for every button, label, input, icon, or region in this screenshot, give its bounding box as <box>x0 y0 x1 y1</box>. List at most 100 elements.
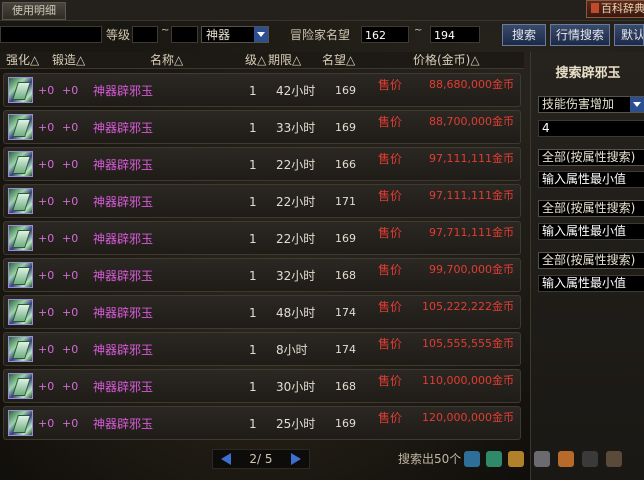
level-separator: ~ <box>161 25 170 36</box>
attribute-select-1-value: 全部(按属性搜索) <box>542 150 636 164</box>
quick-slot-icon[interactable] <box>606 451 622 467</box>
fame-max-input[interactable]: 194 <box>430 26 480 43</box>
item-name: 神器辟邪玉 <box>93 84 154 98</box>
level-value: 1 <box>249 84 257 98</box>
encyclopedia-button[interactable]: 百科辞典 <box>586 0 644 18</box>
jade-talisman-icon[interactable] <box>8 299 33 325</box>
header-level[interactable]: 级△ <box>245 52 266 68</box>
gem-shape <box>12 378 31 396</box>
skill-attribute-select[interactable]: 技能伤害增加 <box>538 96 644 113</box>
level-from-input[interactable] <box>132 26 158 43</box>
header-period[interactable]: 期限△ <box>268 52 301 68</box>
table-row[interactable]: +0 +0 神器辟邪玉 1 8小时 174 售价 105,555,555金币 <box>3 332 521 366</box>
pagination: 2/ 5 <box>212 449 310 469</box>
gem-shape <box>12 82 31 100</box>
default-button[interactable]: 默认 <box>614 24 644 46</box>
rarity-select[interactable]: 神器 <box>201 26 269 43</box>
sell-label: 售价 <box>378 152 403 166</box>
attribute-select-2[interactable]: 全部(按属性搜索) <box>538 200 644 217</box>
attribute-select-2-value: 全部(按属性搜索) <box>542 201 636 215</box>
item-name: 神器辟邪玉 <box>93 121 154 135</box>
fame-value: 174 <box>335 343 356 356</box>
enhance-value: +0 <box>38 269 55 282</box>
quick-slot-icon[interactable] <box>582 451 598 467</box>
attribute-select-1[interactable]: 全部(按属性搜索) <box>538 149 644 166</box>
item-name: 神器辟邪玉 <box>93 306 154 320</box>
level-value: 1 <box>249 380 257 394</box>
sell-label: 售价 <box>378 300 403 314</box>
market-search-button[interactable]: 行情搜索 <box>550 24 610 46</box>
quick-slot-icon[interactable] <box>486 451 502 467</box>
header-forge[interactable]: 锻造△ <box>52 52 85 68</box>
gem-shape <box>12 267 31 285</box>
sell-label: 售价 <box>378 337 403 351</box>
jade-talisman-icon[interactable] <box>8 410 33 436</box>
search-filter-panel: 搜索辟邪玉 技能伤害增加 4 全部(按属性搜索) 输入属性最小值 全部(按属性搜… <box>530 52 644 480</box>
gem-shape <box>12 156 31 174</box>
quick-slot-icon[interactable] <box>464 451 480 467</box>
table-row[interactable]: +0 +0 神器辟邪玉 1 30小时 168 售价 110,000,000金币 <box>3 369 521 403</box>
quick-slot-icon[interactable] <box>508 451 524 467</box>
jade-talisman-icon[interactable] <box>8 225 33 251</box>
jade-talisman-icon[interactable] <box>8 77 33 103</box>
next-page-icon[interactable] <box>291 453 301 465</box>
quick-slot-icon[interactable] <box>534 451 550 467</box>
item-name: 神器辟邪玉 <box>93 343 154 357</box>
enhance-value: +0 <box>38 306 55 319</box>
table-row[interactable]: +0 +0 神器辟邪玉 1 33小时 169 售价 88,700,000金币 <box>3 110 521 144</box>
price-value: 110,000,000金币 <box>422 374 514 387</box>
forge-value: +0 <box>62 195 79 208</box>
table-row[interactable]: +0 +0 神器辟邪玉 1 42小时 169 售价 88,680,000金币 <box>3 73 521 107</box>
chevron-down-icon[interactable] <box>630 97 644 112</box>
forge-value: +0 <box>62 232 79 245</box>
sell-label: 售价 <box>378 411 403 425</box>
quick-slot-icon[interactable] <box>558 451 574 467</box>
search-button[interactable]: 搜索 <box>502 24 546 46</box>
prev-page-icon[interactable] <box>221 453 231 465</box>
usage-detail-tab[interactable]: 使用明细 <box>2 2 66 20</box>
chevron-down-icon[interactable] <box>254 27 268 42</box>
table-row[interactable]: +0 +0 神器辟邪玉 1 22小时 171 售价 97,111,111金币 <box>3 184 521 218</box>
header-enhance[interactable]: 强化△ <box>6 52 39 68</box>
table-row[interactable]: +0 +0 神器辟邪玉 1 25小时 169 售价 120,000,000金币 <box>3 406 521 440</box>
encyclopedia-label: 百科辞典 <box>601 2 644 15</box>
attribute-select-3[interactable]: 全部(按属性搜索) <box>538 252 644 269</box>
attribute-min-input-1[interactable]: 输入属性最小值 <box>538 171 644 188</box>
jade-talisman-icon[interactable] <box>8 262 33 288</box>
enhance-value: +0 <box>38 84 55 97</box>
level-value: 1 <box>249 269 257 283</box>
enhance-value: +0 <box>38 380 55 393</box>
header-name[interactable]: 名称△ <box>150 52 183 68</box>
period-value: 32小时 <box>276 269 316 283</box>
fame-value: 166 <box>335 158 356 171</box>
item-name-input[interactable] <box>0 26 102 43</box>
period-value: 8小时 <box>276 343 308 357</box>
table-row[interactable]: +0 +0 神器辟邪玉 1 48小时 174 售价 105,222,222金币 <box>3 295 521 329</box>
table-row[interactable]: +0 +0 神器辟邪玉 1 22小时 166 售价 97,111,111金币 <box>3 147 521 181</box>
jade-talisman-icon[interactable] <box>8 188 33 214</box>
fame-separator: ~ <box>414 25 423 36</box>
skill-value-input[interactable]: 4 <box>538 120 644 137</box>
sell-label: 售价 <box>378 263 403 277</box>
table-header: 强化△ 锻造△ 名称△ 级△ 期限△ 名望△ 价格(金币)△ <box>0 52 524 69</box>
fame-min-input[interactable]: 162 <box>361 26 409 43</box>
gem-shape <box>12 193 31 211</box>
level-value: 1 <box>249 417 257 431</box>
table-row[interactable]: +0 +0 神器辟邪玉 1 32小时 168 售价 99,700,000金币 <box>3 258 521 292</box>
level-value: 1 <box>249 306 257 320</box>
level-value: 1 <box>249 158 257 172</box>
jade-talisman-icon[interactable] <box>8 114 33 140</box>
jade-talisman-icon[interactable] <box>8 151 33 177</box>
top-bar: 使用明细 百科辞典 <box>0 0 644 21</box>
table-row[interactable]: +0 +0 神器辟邪玉 1 22小时 169 售价 97,711,111金币 <box>3 221 521 255</box>
sell-label: 售价 <box>378 226 403 240</box>
header-fame[interactable]: 名望△ <box>322 52 355 68</box>
attribute-min-input-2[interactable]: 输入属性最小值 <box>538 223 644 240</box>
attribute-min-input-3[interactable]: 输入属性最小值 <box>538 275 644 292</box>
header-price[interactable]: 价格(金币)△ <box>413 52 480 68</box>
gem-shape <box>12 230 31 248</box>
jade-talisman-icon[interactable] <box>8 373 33 399</box>
bottom-icon-bar <box>462 449 644 469</box>
level-to-input[interactable] <box>171 26 198 43</box>
jade-talisman-icon[interactable] <box>8 336 33 362</box>
